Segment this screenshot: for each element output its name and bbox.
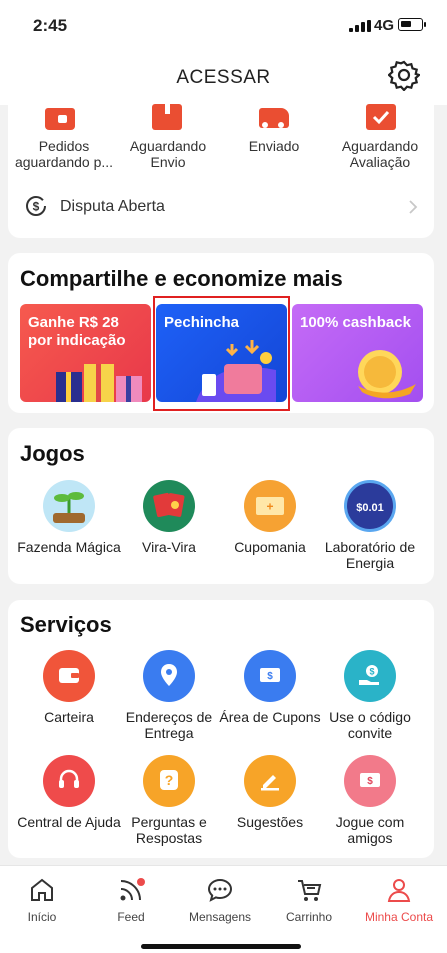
service-coupons-label: Área de Cupons <box>219 709 321 725</box>
coupon-ticket-icon: $ <box>244 650 296 702</box>
service-help-center-label: Central de Ajuda <box>17 814 121 830</box>
hand-coin-icon: $ <box>344 650 396 702</box>
status-bar: 2:45 4G <box>0 0 447 50</box>
nav-my-account[interactable]: Minha Conta <box>354 866 444 926</box>
service-invite-code-label: Use o código convite <box>329 709 411 741</box>
service-play-with-friends-label: Jogue com amigos <box>335 814 405 846</box>
page-title: ACESSAR <box>176 67 271 88</box>
plant-icon <box>43 480 95 532</box>
service-addresses-label: Endereços de Entrega <box>125 709 213 741</box>
nav-messages[interactable]: Mensagens <box>175 866 265 926</box>
cashback-coins-icon <box>358 350 416 399</box>
gift-boxes-icon <box>56 364 142 402</box>
energy-badge: $0.01 <box>356 502 384 514</box>
game-flip-flop-label: Vira-Vira <box>142 539 196 555</box>
games-section-title: Jogos <box>20 441 85 466</box>
headset-icon <box>43 755 95 807</box>
svg-text:+: + <box>266 500 273 514</box>
gear-icon[interactable] <box>388 59 420 91</box>
wallet-icon <box>45 108 75 130</box>
service-wallet-label: Carteira <box>44 709 94 725</box>
chat-bubble-icon <box>207 878 233 902</box>
location-pin-icon <box>143 650 195 702</box>
nav-home[interactable]: Início <box>0 866 87 926</box>
svg-text:?: ? <box>165 772 174 788</box>
promo-cashback[interactable]: 100% cashback <box>292 304 423 402</box>
promo-referral[interactable]: Ganhe R$ 28 por indicação <box>20 304 151 402</box>
cart-icon <box>298 880 322 901</box>
service-suggestions-label: Sugestões <box>236 814 304 830</box>
game-energy-lab-label: Laboratório de Energia <box>324 539 416 571</box>
home-indicator <box>141 944 301 949</box>
signal-icon <box>349 20 371 32</box>
nav-cart-label: Carrinho <box>285 910 333 924</box>
truck-icon <box>259 108 289 128</box>
bottom-nav: Início Feed Mensagens Carrinho Minha Con… <box>0 865 447 953</box>
wallet-icon <box>43 650 95 702</box>
cards-icon <box>143 480 195 532</box>
svg-text:$: $ <box>33 200 40 214</box>
review-icon <box>366 104 396 130</box>
edit-icon <box>244 755 296 807</box>
game-coupon-mania-label: Cupomania <box>234 539 306 555</box>
order-awaiting-shipping-label: Aguardando Envio <box>129 138 207 170</box>
game-magic-farm-label: Fazenda Mágica <box>17 539 121 555</box>
box-icon <box>152 104 182 130</box>
question-icon: ? <box>143 755 195 807</box>
highlight-box <box>153 296 290 411</box>
feed-icon <box>120 878 145 901</box>
dispute-label: Disputa Aberta <box>60 198 165 215</box>
coupon-icon: + <box>244 480 296 532</box>
promo-cashback-label: 100% cashback <box>300 314 411 331</box>
svg-text:$: $ <box>369 667 374 677</box>
money-card-icon: $ <box>344 755 396 807</box>
battery-icon <box>398 18 426 31</box>
order-pending-payment-label: Pedidos aguardando p... <box>14 138 114 170</box>
service-faq-label: Perguntas e Respostas <box>131 814 207 846</box>
nav-home-label: Início <box>27 910 57 924</box>
share-section-title: Compartilhe e economize mais <box>20 266 343 291</box>
nav-messages-label: Mensagens <box>188 910 252 924</box>
energy-coin-icon: $0.01 <box>344 480 396 532</box>
status-time: 2:45 <box>33 16 68 35</box>
nav-cart[interactable]: Carrinho <box>264 866 354 926</box>
order-awaiting-review-label: Aguardando Avaliação <box>341 138 419 170</box>
person-icon <box>387 879 411 902</box>
services-section-title: Serviços <box>20 612 112 637</box>
order-shipped-label: Enviado <box>248 138 300 154</box>
nav-feed[interactable]: Feed <box>86 866 176 926</box>
chevron-right-icon <box>409 200 418 214</box>
svg-text:$: $ <box>267 671 273 682</box>
network-type: 4G <box>374 17 395 34</box>
promo-referral-label: Ganhe R$ 28 por indicação <box>28 314 126 349</box>
nav-my-account-label: Minha Conta <box>364 910 434 924</box>
nav-feed-label: Feed <box>117 910 145 924</box>
page-header: ACESSAR <box>0 50 447 105</box>
svg-text:$: $ <box>367 776 373 787</box>
home-icon <box>31 878 53 901</box>
dispute-icon: $ <box>26 196 46 216</box>
